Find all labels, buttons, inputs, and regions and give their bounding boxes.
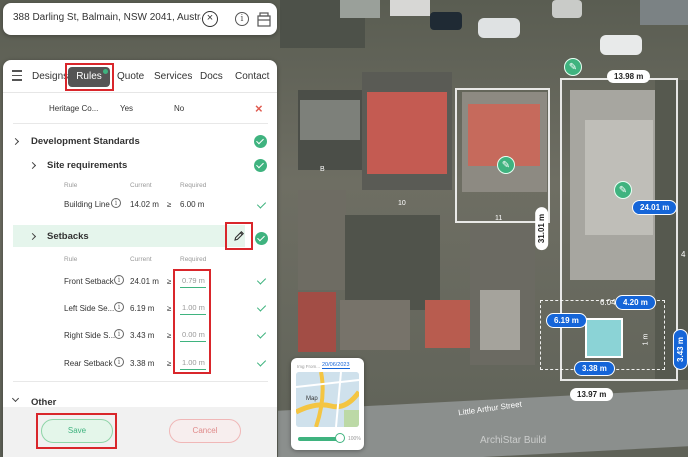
tab-contact[interactable]: Contact [235,71,269,82]
tab-services[interactable]: Services [154,71,192,82]
rule-operator: ≥ [167,359,172,368]
layers-icon[interactable] [257,12,271,27]
column-header: Required [180,182,207,189]
highlight-box [65,63,114,91]
fail-x-icon: × [255,101,263,116]
edit-pin-icon[interactable]: ✎ [564,58,582,76]
watermark: ArchiStar Build [480,435,547,446]
column-header: Current [130,182,152,189]
check-icon [256,275,267,285]
info-icon[interactable]: i [114,357,124,367]
rule-name: Building Line [64,200,110,209]
edit-pin-icon[interactable]: ✎ [497,156,515,174]
address-bar: 388 Darling St, Balmain, NSW 2041, Austr… [3,3,277,35]
check-icon [256,199,267,209]
rule-name: Front Setback [64,277,114,286]
dimension-label: 6.04 [600,298,616,307]
check-icon [256,302,267,312]
dimension-label: 13.97 m [570,388,614,401]
subsection-title[interactable]: Site requirements [47,160,127,171]
heritage-no[interactable]: No [174,104,184,113]
panel-menu-icon[interactable] [12,70,22,84]
tab-bar: Designs Rules Quote Services Docs Contac… [3,60,277,93]
lot-number: 11 [495,215,503,222]
map-thumbnail[interactable]: Map [296,372,359,427]
rule-name: Right Side S... [64,331,116,340]
dimension-label: 3.38 m [574,361,615,376]
tab-docs[interactable]: Docs [200,71,223,82]
address-input[interactable]: 388 Darling St, Balmain, NSW 2041, Austr… [13,12,201,23]
rule-operator: ≥ [167,200,172,209]
tab-quote[interactable]: Quote [117,71,144,82]
dimension-label: 24.01 m [632,200,678,215]
dimension-label: 6.19 m [546,313,587,328]
rule-name: Left Side Se... [64,304,115,313]
dimension-label: 13.98 m [607,70,651,83]
dimension-label: 3.43 m [672,329,688,370]
highlight-box [36,413,117,449]
date-label: Img From... [297,364,321,369]
highlight-box [173,269,211,374]
highlight-box [225,222,253,250]
subsection-title[interactable]: Setbacks [47,231,89,242]
check-circle-icon [254,159,267,172]
chevron-down-icon[interactable] [11,394,20,403]
rule-current: 24.01 m [130,277,159,286]
check-icon [256,329,267,339]
column-header: Current [130,256,152,263]
dimension-label: 31.01 m [535,206,549,251]
opacity-value: 100% [348,436,361,442]
chevron-right-icon[interactable] [11,137,20,146]
heritage-yes[interactable]: Yes [120,104,133,113]
edit-pin-icon[interactable]: ✎ [614,181,632,199]
date-select[interactable]: 20/06/2023 [322,362,350,369]
info-icon[interactable]: i [114,302,124,312]
info-icon[interactable]: i [111,198,121,208]
tab-designs[interactable]: Designs [32,71,68,82]
rule-operator: ≥ [167,277,172,286]
info-icon[interactable]: i [114,329,124,339]
rule-current: 3.43 m [130,331,155,340]
dimension-label: 1 m [642,333,650,346]
chevron-right-icon[interactable] [28,161,37,170]
lot-number: 10 [398,200,406,207]
map-label: Map [306,396,318,402]
rules-content[interactable]: Heritage Co... Yes No × Development Stan… [3,94,277,407]
rule-current: 3.38 m [130,359,155,368]
rule-current: 6.19 m [130,304,155,313]
rule-operator: ≥ [167,304,172,313]
imagery-widget: Img From... 20/06/2023 Map 100% [291,358,364,450]
rule-name: Rear Setback [64,359,113,368]
info-icon[interactable]: i [235,12,249,26]
lot-number: B [320,166,325,173]
rule-operator: ≥ [167,331,172,340]
dimension-label: 4 [681,250,686,259]
column-header: Required [180,256,207,263]
opacity-slider[interactable] [298,437,338,441]
rule-current: 14.02 m [130,200,159,209]
panel-footer: Save Cancel [3,407,277,457]
column-header: Rule [64,182,78,189]
check-circle-icon [255,232,268,245]
close-circle-icon[interactable]: × [202,11,218,27]
check-circle-icon [254,135,267,148]
rule-name: Heritage Co... [49,104,99,113]
column-header: Rule [64,256,78,263]
section-title[interactable]: Other [31,397,56,407]
check-icon [256,357,267,367]
opacity-slider-handle[interactable] [335,433,345,443]
side-panel: Designs Rules Quote Services Docs Contac… [3,60,277,457]
dimension-label: 4.20 m [615,295,656,310]
cancel-button[interactable]: Cancel [169,419,241,443]
section-title[interactable]: Development Standards [31,136,140,147]
info-icon[interactable]: i [114,275,124,285]
rule-required: 6.00 m [180,200,205,209]
